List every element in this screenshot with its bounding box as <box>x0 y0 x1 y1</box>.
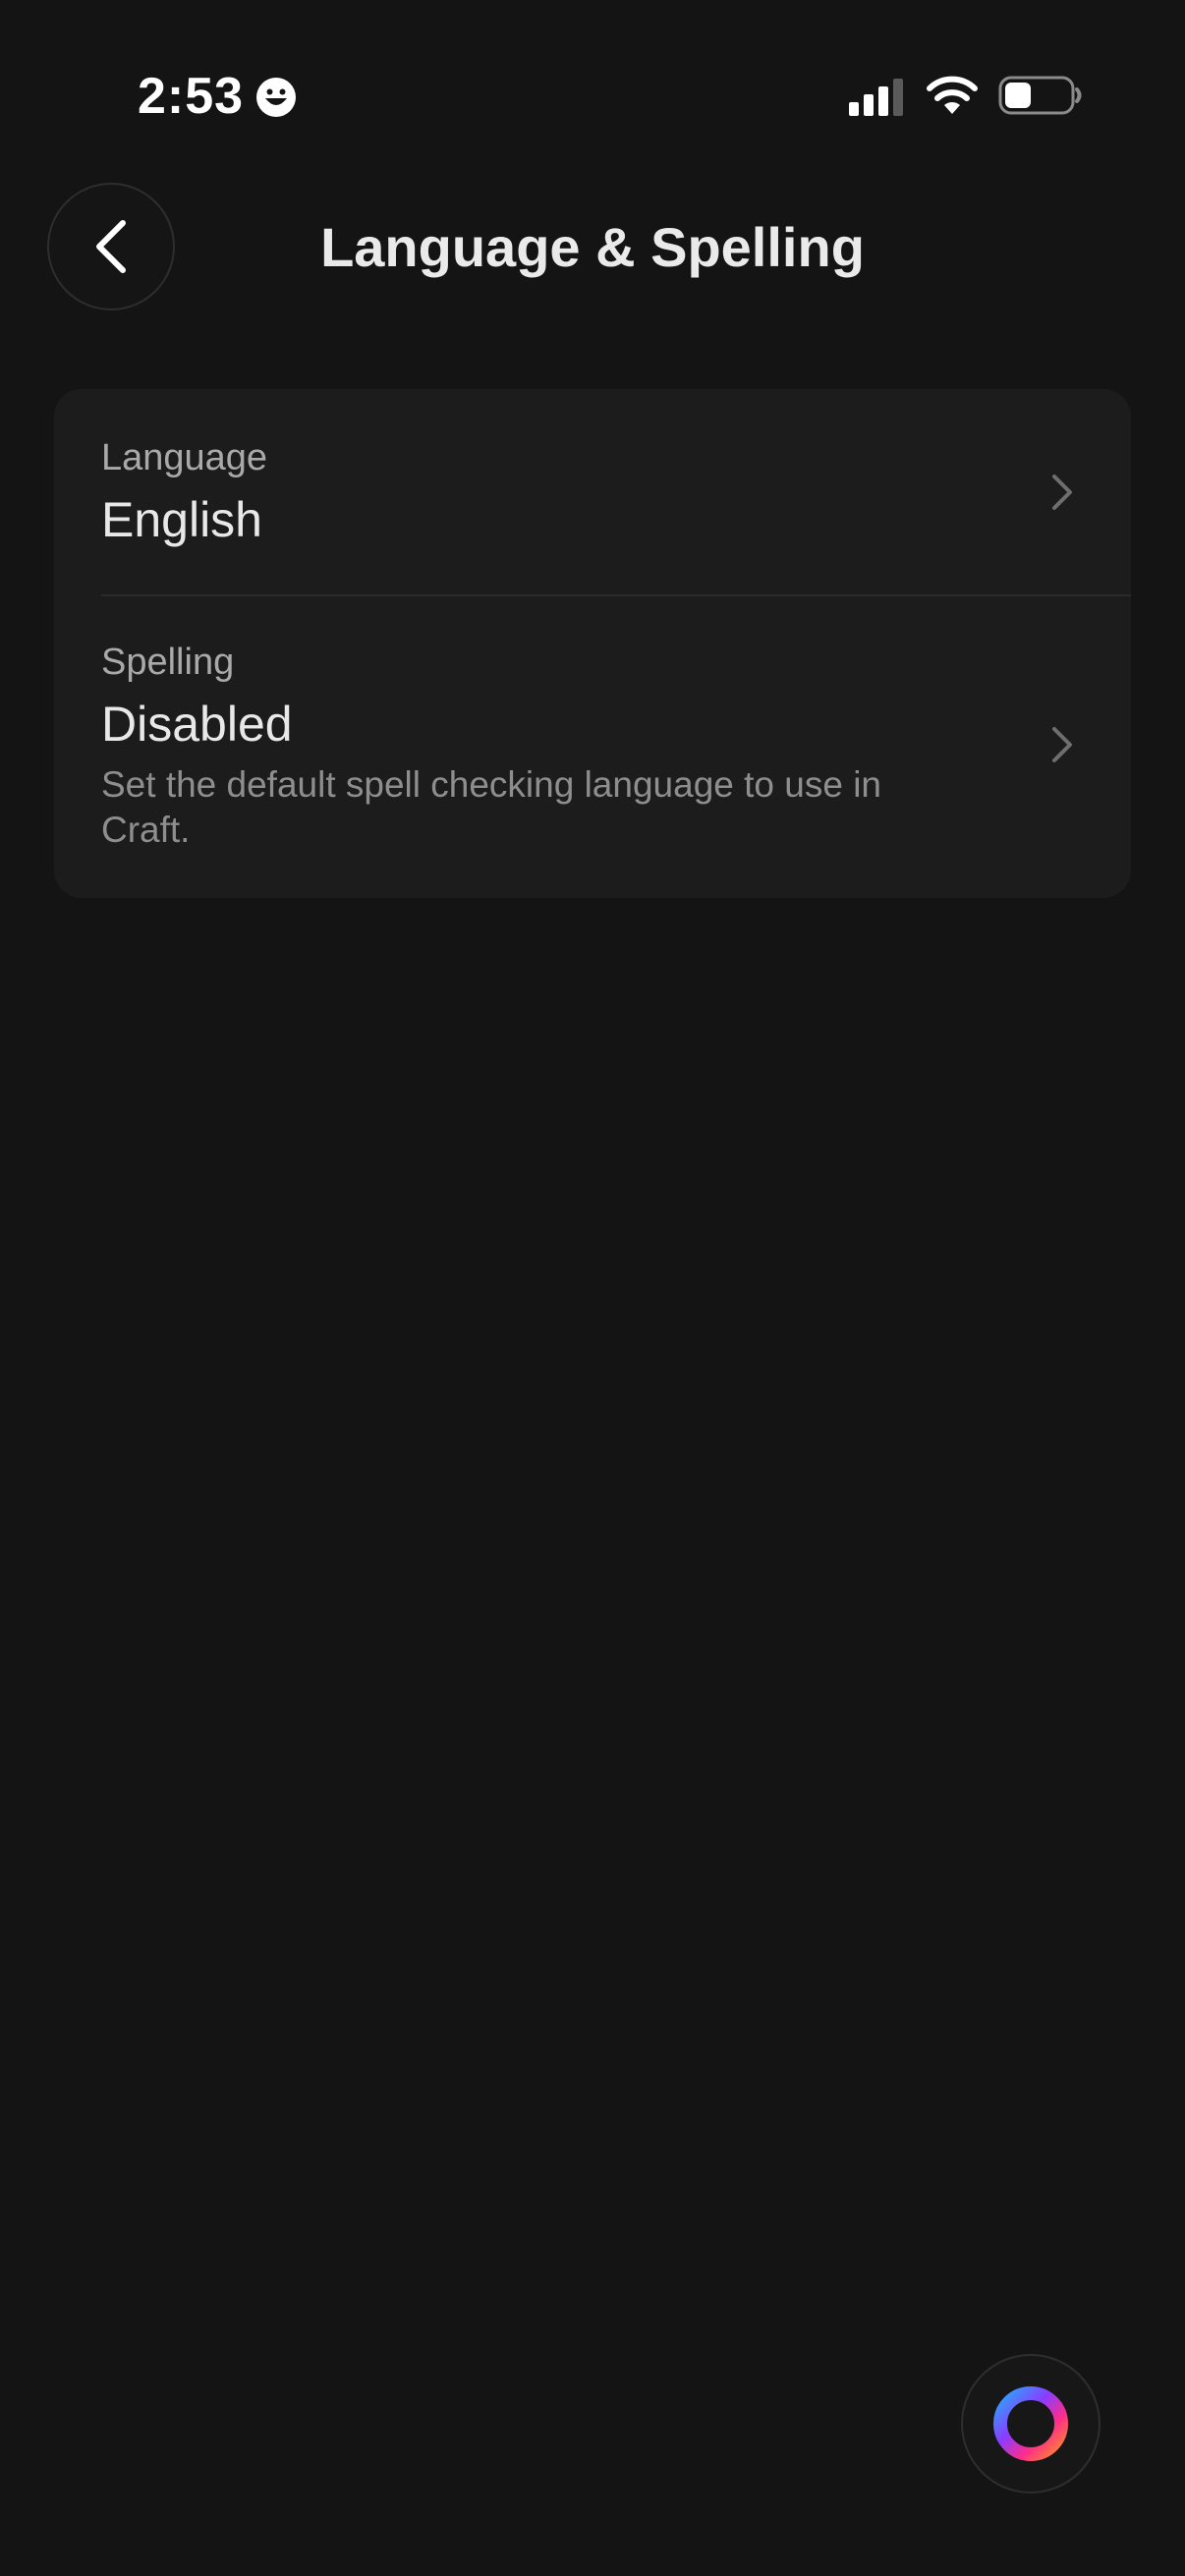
page-title: Language & Spelling <box>320 216 865 278</box>
wifi-icon <box>927 76 978 114</box>
status-time: 2:53 <box>138 68 245 125</box>
chevron-right-icon <box>1052 475 1072 510</box>
spelling-row[interactable]: Spelling Disabled Set the default spell … <box>54 595 1131 898</box>
chevron-right-icon <box>1052 727 1072 762</box>
language-value: English <box>101 492 262 547</box>
cellular-signal-icon <box>849 79 903 116</box>
grinning-face-icon <box>256 78 296 117</box>
assistant-ring-icon <box>993 2386 1068 2461</box>
spelling-label: Spelling <box>101 642 235 683</box>
language-row[interactable]: Language English <box>54 389 1131 595</box>
battery-icon <box>998 76 1082 115</box>
spelling-description: Set the default spell checking language … <box>101 764 882 850</box>
status-bar: 2:53 <box>0 0 1185 187</box>
settings-card: Language English Spelling Disabled Set t… <box>54 389 1131 898</box>
spelling-value: Disabled <box>101 697 293 752</box>
assistant-button[interactable] <box>961 2354 1100 2493</box>
language-label: Language <box>101 437 268 478</box>
